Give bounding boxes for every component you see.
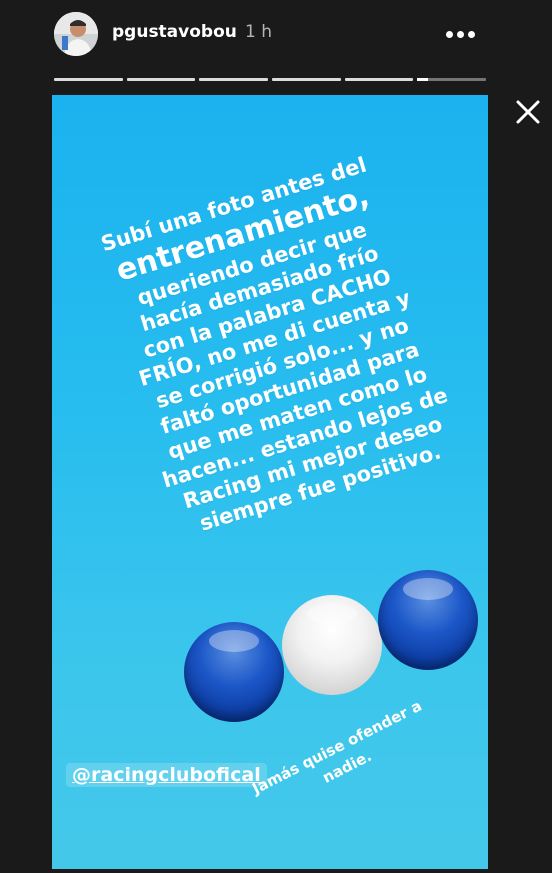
avatar[interactable] <box>54 12 98 56</box>
progress-segment <box>272 78 341 81</box>
blue-ball-emoji <box>184 622 284 722</box>
close-icon[interactable] <box>512 96 544 128</box>
story-header: pgustavobou 1 h <box>0 0 552 70</box>
dot <box>445 30 453 38</box>
progress-segment-active <box>417 78 487 81</box>
mention-sticker[interactable]: @racingclubofical <box>66 763 267 787</box>
progress-segment <box>54 78 123 81</box>
progress-segment <box>126 78 196 81</box>
story-frame[interactable]: Subí una foto antes del entrenamiento, q… <box>52 95 488 869</box>
more-options-icon[interactable] <box>440 22 480 46</box>
white-ball-emoji <box>282 595 382 695</box>
note-line: nadie. <box>319 746 375 787</box>
timestamp: 1 h <box>245 22 272 42</box>
progress-segment <box>199 78 269 81</box>
dot <box>456 30 464 38</box>
avatar-image <box>54 12 98 56</box>
dot <box>467 30 475 38</box>
username[interactable]: pgustavobou <box>112 22 237 42</box>
blue-ball-emoji <box>378 570 478 670</box>
progress-segment <box>344 78 414 81</box>
story-progress-bar <box>54 78 487 82</box>
story-caption: Subí una foto antes del entrenamiento, q… <box>58 139 488 552</box>
